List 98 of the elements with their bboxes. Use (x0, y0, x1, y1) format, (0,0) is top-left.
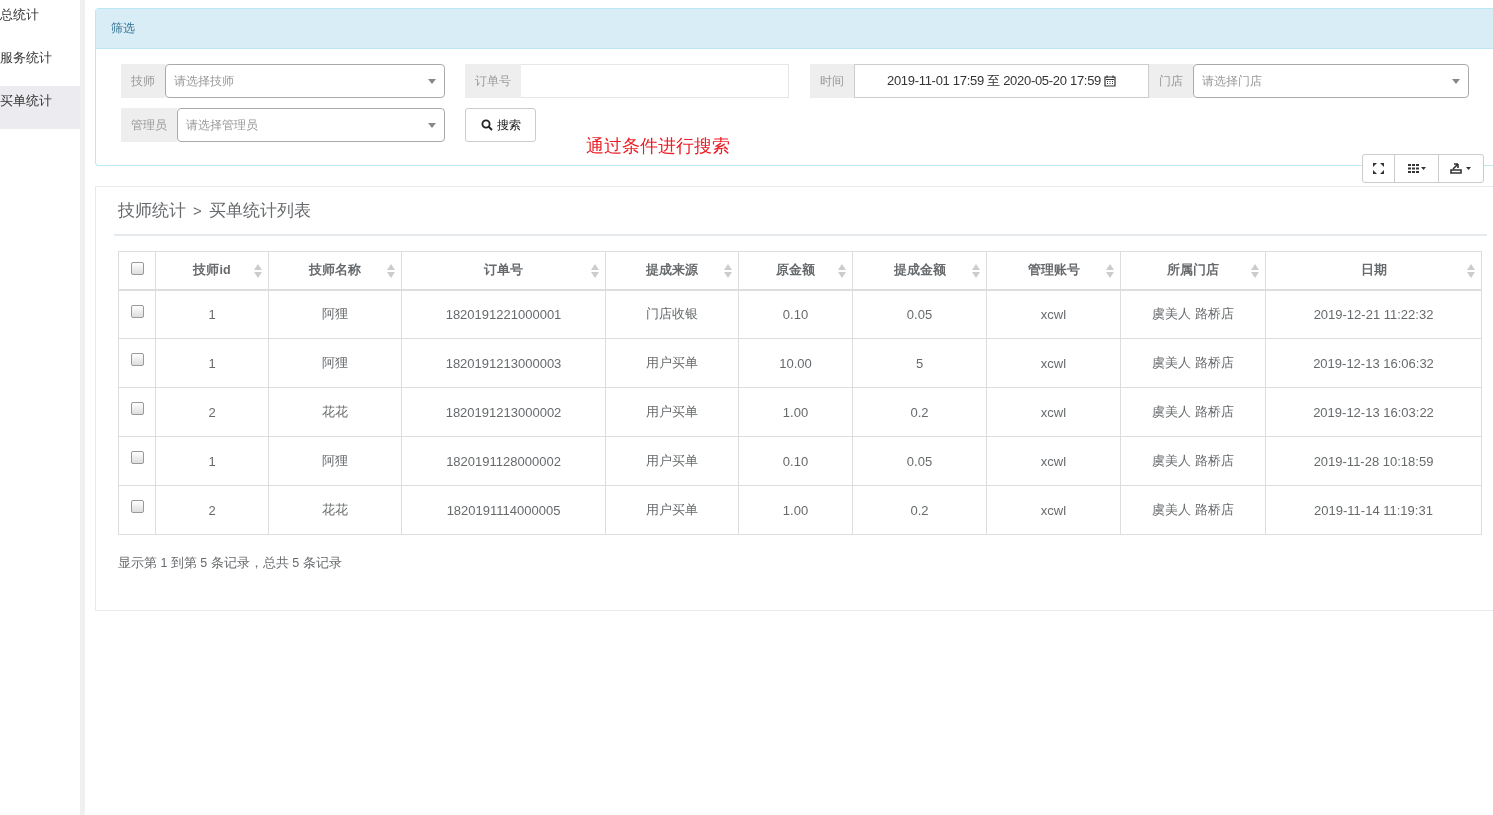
table-cell: 0.2 (852, 387, 987, 437)
table-cell: 1.00 (738, 485, 853, 535)
export-icon (1450, 163, 1472, 174)
order-number-field[interactable] (521, 64, 789, 98)
table-cell: 用户买单 (605, 387, 739, 437)
table-cell: 1820191213000003 (401, 338, 606, 388)
table-cell: 2 (155, 485, 269, 535)
sort-icon (724, 264, 732, 278)
table-cell: 用户买单 (605, 338, 739, 388)
calendar-icon (1104, 75, 1116, 87)
breadcrumb-current: 买单统计列表 (208, 200, 311, 222)
row-checkbox[interactable] (130, 451, 144, 464)
search-button[interactable]: 搜索 (465, 108, 536, 142)
pagination-info: 显示第 1 到第 5 条记录，总共 5 条记录 (118, 555, 343, 572)
technician-select[interactable]: 请选择技师 (165, 64, 445, 98)
table-cell: 阿狸 (268, 289, 402, 339)
caret-icon (428, 122, 436, 128)
manager-select[interactable]: 请选择管理员 (177, 108, 445, 142)
table-cell: xcwl (986, 289, 1121, 339)
sort-icon (1106, 264, 1114, 278)
table-cell: 阿狸 (268, 436, 402, 486)
table-cell: 虞美人 路桥店 (1120, 485, 1266, 535)
row-checkbox[interactable] (130, 500, 144, 513)
row-checkbox[interactable] (130, 402, 144, 415)
search-icon (480, 119, 493, 131)
table-cell: 1 (155, 436, 269, 486)
sort-icon (1467, 264, 1475, 278)
table-cell: 虞美人 路桥店 (1120, 289, 1266, 339)
table-cell: xcwl (986, 338, 1121, 388)
table-cell: 1820191221000001 (401, 289, 606, 339)
select-all-checkbox[interactable] (130, 262, 144, 275)
table-cell: 5 (852, 338, 987, 388)
table-cell: 2019-11-14 11:19:31 (1265, 485, 1482, 535)
sort-icon (972, 264, 980, 278)
technician-label: 技师 (121, 64, 165, 98)
sort-icon (387, 264, 395, 278)
order-number-label: 订单号 (465, 64, 521, 98)
table-cell: 1820191114000005 (401, 485, 606, 535)
table-cell: 1 (155, 289, 269, 339)
table-cell: 虞美人 路桥店 (1120, 387, 1266, 437)
column-header[interactable]: 订单号 (401, 251, 606, 290)
column-header[interactable]: 管理账号 (986, 251, 1121, 290)
store-label: 门店 (1149, 64, 1193, 98)
column-header[interactable]: 提成金额 (852, 251, 987, 290)
export-button[interactable] (1438, 154, 1484, 183)
manager-label: 管理员 (121, 108, 177, 142)
table-cell: 2019-12-13 16:03:22 (1265, 387, 1482, 437)
table-cell: 1820191213000002 (401, 387, 606, 437)
breadcrumb-separator: > (193, 202, 202, 219)
sidebar-item[interactable]: 买单统计 (0, 86, 80, 129)
column-header[interactable]: 技师名称 (268, 251, 402, 290)
table-cell: 阿狸 (268, 338, 402, 388)
time-label: 时间 (810, 64, 854, 98)
columns-button[interactable] (1394, 154, 1439, 183)
store-select[interactable]: 请选择门店 (1193, 64, 1469, 98)
row-checkbox[interactable] (130, 353, 144, 366)
table-cell: 0.05 (852, 289, 987, 339)
grid-icon (1407, 164, 1426, 173)
table-cell: 门店收银 (605, 289, 739, 339)
table-cell: 0.10 (738, 289, 853, 339)
column-header[interactable]: 所属门店 (1120, 251, 1266, 290)
column-header[interactable]: 技师id (155, 251, 269, 290)
table-cell: 2019-12-13 16:06:32 (1265, 338, 1482, 388)
table-cell: xcwl (986, 485, 1121, 535)
table-cell: 花花 (268, 387, 402, 437)
filter-title: 筛选 (111, 20, 135, 37)
date-range-field[interactable]: 2019-11-01 17:59 至 2020-05-20 17:59 (854, 64, 1149, 98)
table-cell: 1.00 (738, 387, 853, 437)
sort-icon (1251, 264, 1259, 278)
table-cell: xcwl (986, 387, 1121, 437)
sort-icon (591, 264, 599, 278)
table-cell: 用户买单 (605, 436, 739, 486)
table-cell: 1 (155, 338, 269, 388)
table-cell: 2019-11-28 10:18:59 (1265, 436, 1482, 486)
table-cell: 2019-12-21 11:22:32 (1265, 289, 1482, 339)
column-header[interactable]: 日期 (1265, 251, 1482, 290)
caret-icon (1452, 78, 1460, 84)
table-cell: 0.2 (852, 485, 987, 535)
table-cell: 2 (155, 387, 269, 437)
row-checkbox[interactable] (130, 304, 144, 318)
column-header[interactable]: 提成来源 (605, 251, 739, 290)
table-cell: xcwl (986, 436, 1121, 486)
annotation-text: 通过条件进行搜索 (586, 135, 730, 158)
table-cell: 用户买单 (605, 485, 739, 535)
fullscreen-icon (1373, 163, 1384, 174)
table-cell: 10.00 (738, 338, 853, 388)
table-cell: 花花 (268, 485, 402, 535)
table-cell: 1820191128000002 (401, 436, 606, 486)
caret-icon (428, 78, 436, 84)
fullscreen-button[interactable] (1362, 154, 1395, 183)
table-cell: 虞美人 路桥店 (1120, 436, 1266, 486)
table-cell: 0.05 (852, 436, 987, 486)
sort-icon (838, 264, 846, 278)
table-cell: 虞美人 路桥店 (1120, 338, 1266, 388)
breadcrumb-link[interactable]: 技师统计 (118, 199, 186, 222)
table-cell: 0.10 (738, 436, 853, 486)
column-header[interactable]: 原金额 (738, 251, 853, 290)
sort-icon (254, 264, 262, 278)
